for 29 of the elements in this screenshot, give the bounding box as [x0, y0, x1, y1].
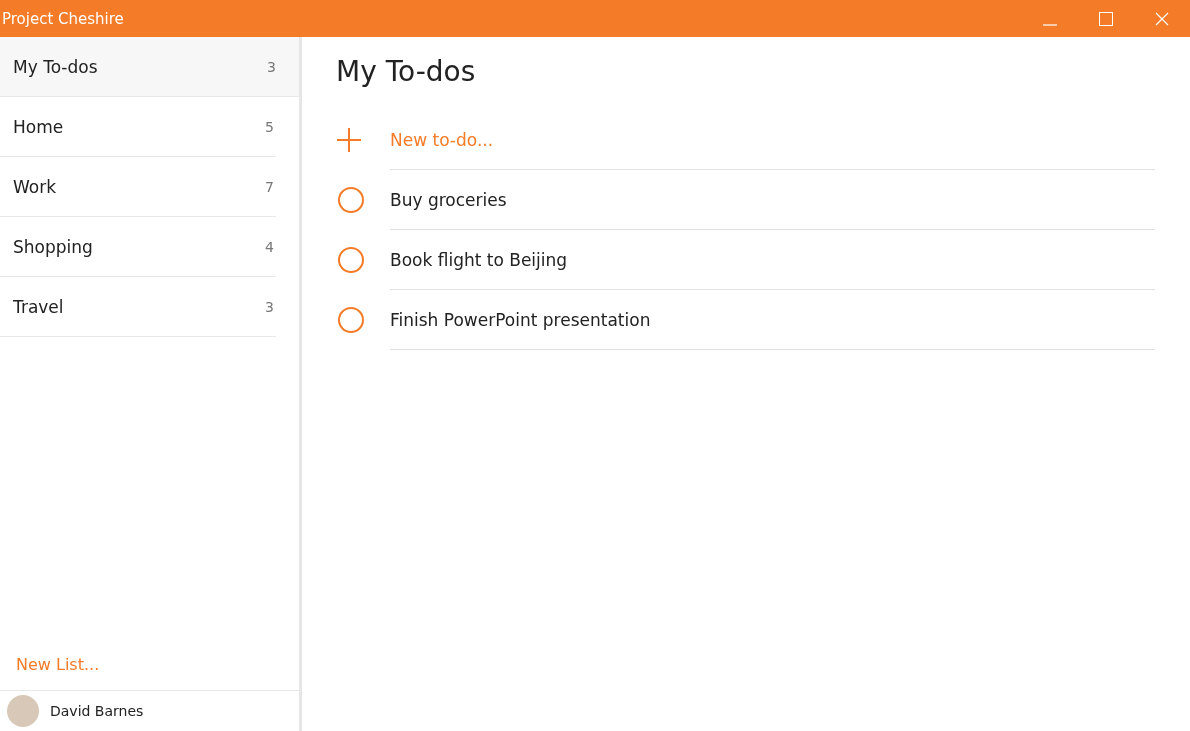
- minimize-icon: [1043, 23, 1057, 26]
- list-name: Shopping: [13, 236, 93, 257]
- user-name: David Barnes: [50, 703, 144, 719]
- maximize-icon: [1099, 11, 1113, 26]
- list-count: 3: [267, 58, 276, 75]
- todo-checkbox[interactable]: [338, 247, 364, 273]
- todo-text: Buy groceries: [390, 189, 507, 210]
- page-title: My To-dos: [336, 55, 477, 88]
- todo-checkbox[interactable]: [338, 187, 364, 213]
- todo-text: Finish PowerPoint presentation: [390, 309, 651, 330]
- list-count: 4: [265, 238, 274, 255]
- list-name: Work: [13, 176, 57, 197]
- list-item[interactable]: Shopping 4: [0, 217, 276, 277]
- list-name: My To-dos: [13, 56, 98, 77]
- list-name: Home: [13, 116, 64, 137]
- todo-text: Book flight to Beijing: [390, 249, 568, 270]
- list-item[interactable]: My To-dos 3: [0, 37, 299, 97]
- list-name: Travel: [13, 296, 64, 317]
- list-item[interactable]: Home 5: [0, 97, 276, 157]
- list-item[interactable]: Work 7: [0, 157, 276, 217]
- plus-icon[interactable]: [336, 127, 362, 153]
- window-title: Project Cheshire: [1, 9, 125, 28]
- list-count: 7: [265, 178, 274, 195]
- list-item[interactable]: Travel 3: [0, 277, 276, 337]
- todo-checkbox[interactable]: [338, 307, 364, 333]
- close-icon: [1155, 11, 1169, 26]
- avatar: [7, 695, 39, 727]
- list-count: 3: [265, 298, 274, 315]
- list-count: 5: [265, 118, 274, 135]
